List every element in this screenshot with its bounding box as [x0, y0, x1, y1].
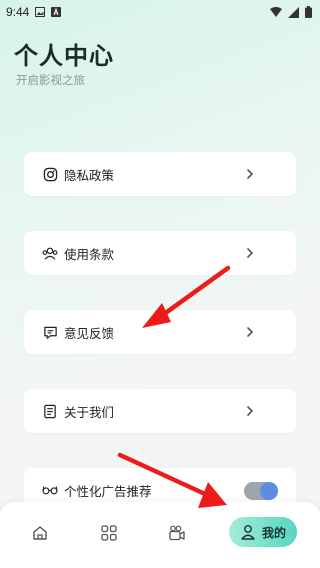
menu-item-about[interactable]: 关于我们: [24, 389, 296, 433]
menu-item-terms[interactable]: 使用条款: [24, 231, 296, 275]
page-title: 个人中心: [14, 42, 114, 70]
feedback-icon: [42, 324, 58, 340]
image-notification-icon: [35, 7, 46, 17]
menu-item-label: 使用条款: [64, 246, 115, 262]
ad-toggle-label: 个性化广告推荐: [64, 483, 152, 499]
signal-icon: [288, 6, 299, 18]
users-icon: [42, 245, 58, 261]
menu-item-privacy[interactable]: 隐私政策: [24, 152, 296, 196]
menu-item-label: 意见反馈: [64, 325, 115, 341]
home-icon: [33, 526, 47, 540]
tab-mine[interactable]: 我的: [229, 517, 297, 547]
grid-icon: [101, 525, 117, 541]
bottom-tab-bar: 我的: [0, 502, 320, 568]
ad-recommendation-toggle[interactable]: [244, 482, 278, 500]
user-icon: [241, 525, 255, 540]
tab-video[interactable]: [166, 522, 188, 544]
chevron-right-icon: [247, 169, 254, 179]
chevron-right-icon: [247, 327, 254, 337]
about-icon: [42, 403, 58, 419]
privacy-icon: [42, 166, 58, 182]
toggle-knob: [260, 482, 278, 500]
tab-mine-label: 我的: [261, 525, 286, 540]
video-camera-icon: [169, 525, 185, 541]
chevron-right-icon: [247, 248, 254, 258]
status-bar: 9:44: [0, 0, 320, 24]
menu-item-feedback[interactable]: 意见反馈: [24, 310, 296, 354]
tab-home[interactable]: [29, 522, 51, 544]
wifi-icon: [270, 6, 282, 17]
status-time: 9:44: [6, 5, 30, 19]
glasses-icon: [42, 482, 58, 498]
chevron-right-icon: [247, 406, 254, 416]
tab-category[interactable]: [98, 522, 120, 544]
app-notification-icon: [51, 7, 62, 17]
page-subtitle: 开启影视之旅: [16, 73, 85, 87]
battery-icon: [305, 6, 312, 18]
menu-item-label: 隐私政策: [64, 167, 115, 183]
menu-item-label: 关于我们: [64, 404, 115, 420]
